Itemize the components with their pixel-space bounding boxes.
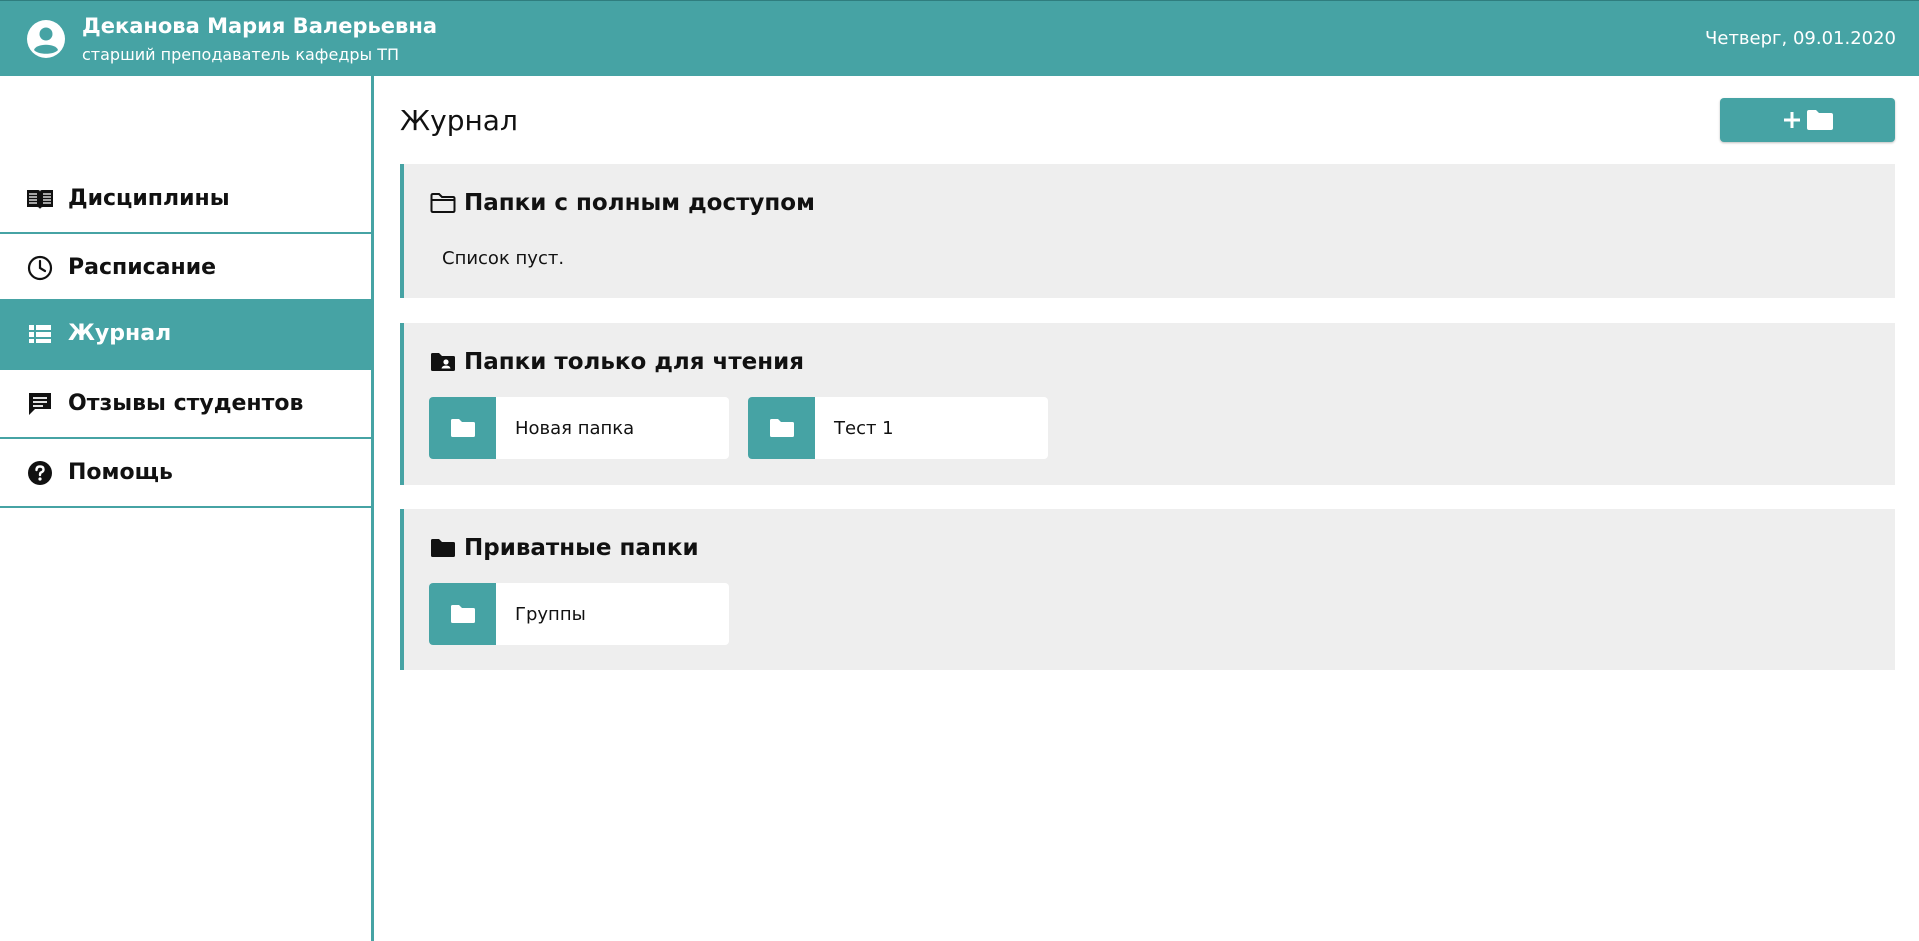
user-role: старший преподаватель кафедры ТП xyxy=(82,45,400,64)
folder-icon xyxy=(1806,109,1834,131)
sidebar-item-label: Расписание xyxy=(68,255,217,280)
section-title: Папки только для чтения xyxy=(464,349,805,375)
comment-icon xyxy=(26,390,54,418)
sidebar-item-label: Отзывы студентов xyxy=(68,391,304,416)
folder-icon xyxy=(430,536,458,560)
folder-user-icon xyxy=(430,350,458,374)
sidebar-item-journal[interactable]: Журнал xyxy=(0,299,371,370)
section-title-row: Папки только для чтения xyxy=(430,349,804,375)
add-folder-button[interactable] xyxy=(1720,98,1895,142)
sidebar-item-disciplines[interactable]: Дисциплины xyxy=(0,165,371,234)
folder-label: Группы xyxy=(515,603,586,625)
list-icon xyxy=(26,320,54,348)
section-title-row: Приватные папки xyxy=(430,535,699,561)
section-title: Приватные папки xyxy=(464,535,699,561)
empty-list-text: Список пуст. xyxy=(442,248,565,269)
folder-card[interactable]: Новая папка xyxy=(429,397,729,459)
top-header: Деканова Мария Валерьевна старший препод… xyxy=(0,0,1919,76)
question-circle-icon xyxy=(26,459,54,487)
current-date: Четверг, 09.01.2020 xyxy=(1705,28,1896,49)
section-title-row: Папки с полным доступом xyxy=(430,190,815,216)
folder-label: Тест 1 xyxy=(834,417,894,439)
book-open-icon xyxy=(26,185,54,213)
sidebar-item-label: Журнал xyxy=(68,321,172,346)
user-circle-icon[interactable] xyxy=(26,19,66,59)
sidebar-item-student-feedback[interactable]: Отзывы студентов xyxy=(0,370,371,439)
folder-icon xyxy=(429,397,496,459)
section-read-only: Папки только для чтения Новая папка Тест… xyxy=(400,323,1895,485)
sidebar-item-label: Помощь xyxy=(68,460,173,485)
page-title: Журнал xyxy=(400,104,518,137)
user-name: Деканова Мария Валерьевна xyxy=(82,14,438,38)
section-title: Папки с полным доступом xyxy=(464,190,815,216)
folder-icon xyxy=(748,397,815,459)
section-full-access: Папки с полным доступом Список пуст. xyxy=(400,164,1895,298)
folder-card[interactable]: Тест 1 xyxy=(748,397,1048,459)
clock-icon xyxy=(26,254,54,282)
sidebar: Дисциплины Расписание Журнал Отзывы студ… xyxy=(0,76,374,941)
folder-outline-icon xyxy=(430,191,458,215)
folder-label: Новая папка xyxy=(515,417,635,439)
folder-icon xyxy=(429,583,496,645)
folder-card[interactable]: Группы xyxy=(429,583,729,645)
section-private: Приватные папки Группы xyxy=(400,509,1895,670)
sidebar-item-schedule[interactable]: Расписание xyxy=(0,234,371,303)
sidebar-item-label: Дисциплины xyxy=(68,186,230,211)
sidebar-item-help[interactable]: Помощь xyxy=(0,439,371,508)
plus-icon xyxy=(1782,110,1802,130)
